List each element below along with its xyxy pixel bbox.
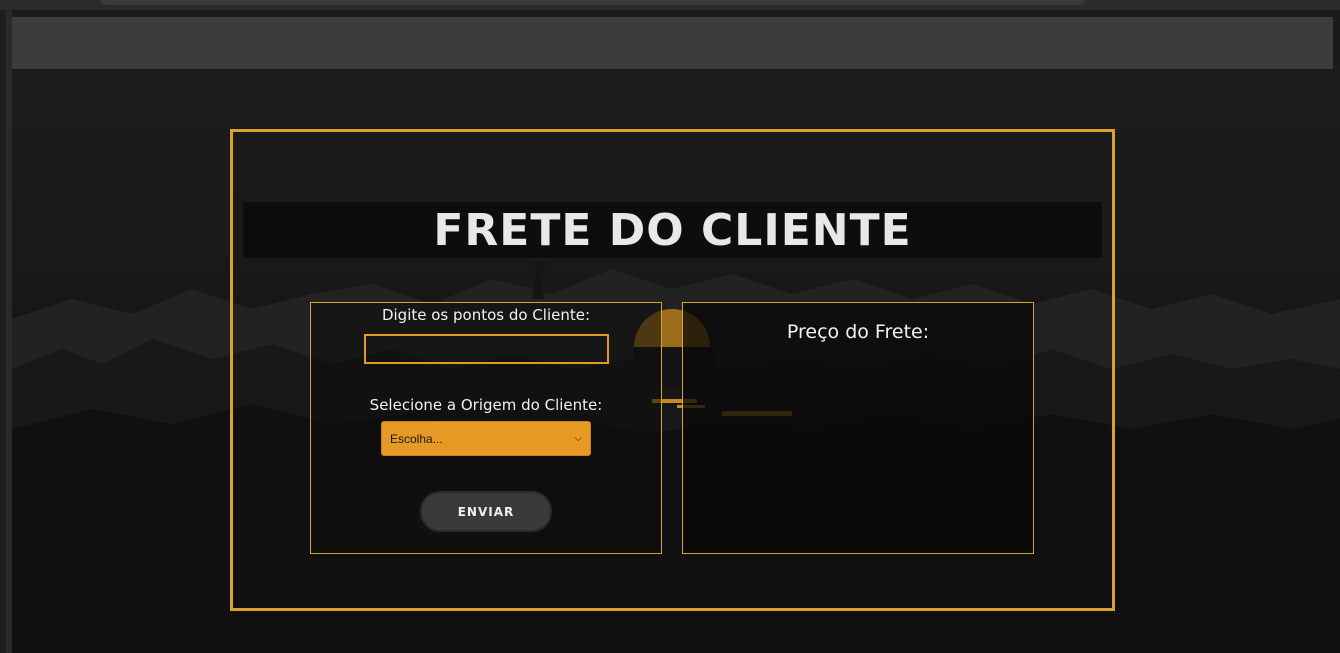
result-box: Preço do Frete: bbox=[682, 302, 1034, 554]
points-input[interactable] bbox=[364, 334, 609, 364]
chevron-down-icon: ⌵ bbox=[574, 433, 582, 444]
submit-button[interactable]: ENVIAR bbox=[420, 491, 552, 532]
input-form-box: Digite os pontos do Cliente: Selecione a… bbox=[310, 302, 662, 554]
origin-select[interactable]: Escolha... ⌵ bbox=[381, 421, 591, 456]
browser-tab-strip bbox=[100, 0, 1085, 5]
points-label: Digite os pontos do Cliente: bbox=[381, 306, 591, 324]
page-header-bar bbox=[12, 17, 1333, 69]
title-banner: FRETE DO CLIENTE bbox=[243, 202, 1102, 258]
browser-chrome bbox=[0, 0, 1340, 10]
page-title: FRETE DO CLIENTE bbox=[433, 204, 912, 256]
origin-select-value: Escolha... bbox=[390, 431, 443, 446]
price-label: Preço do Frete: bbox=[786, 321, 930, 343]
origin-label: Selecione a Origem do Cliente: bbox=[369, 396, 603, 414]
